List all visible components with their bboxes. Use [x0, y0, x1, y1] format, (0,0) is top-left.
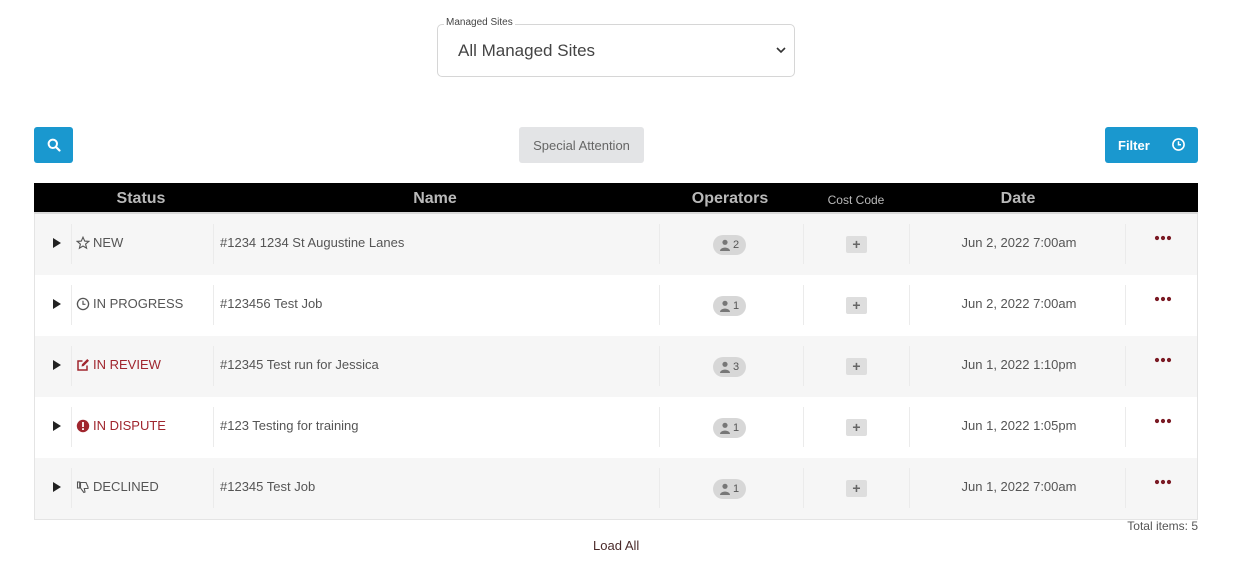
header-date[interactable]: Date	[968, 190, 1068, 208]
status-cell: IN PROGRESS	[76, 296, 183, 311]
operators-count: 1	[733, 483, 740, 495]
job-name: #12345 Test Job	[220, 479, 316, 494]
user-icon	[720, 422, 730, 434]
operators-count: 2	[733, 239, 740, 251]
more-options-icon[interactable]	[1154, 234, 1172, 242]
job-name: #1234 1234 St Augustine Lanes	[220, 235, 405, 250]
operators-count: 3	[733, 361, 740, 373]
managed-sites-value: All Managed Sites	[458, 41, 596, 60]
cost-code-add-button[interactable]: +	[846, 419, 867, 436]
total-items-label: Total items: 5	[1127, 519, 1198, 533]
filter-label: Filter	[1118, 138, 1150, 153]
operators-badge[interactable]: 1	[713, 296, 747, 316]
status-label: IN DISPUTE	[93, 418, 166, 433]
cost-code-add-button[interactable]: +	[846, 297, 867, 314]
expand-arrow-icon[interactable]	[53, 299, 61, 309]
table-row[interactable]: NEW #1234 1234 St Augustine Lanes 2 + Ju…	[34, 214, 1198, 275]
header-name[interactable]: Name	[385, 190, 485, 208]
cost-code-add-button[interactable]: +	[846, 480, 867, 497]
table-header: Status Name Operators Cost Code Date	[34, 183, 1198, 214]
job-name: #12345 Test run for Jessica	[220, 357, 379, 372]
load-all-link[interactable]: Load All	[593, 538, 639, 553]
user-icon	[720, 239, 730, 251]
header-status[interactable]: Status	[91, 190, 191, 208]
search-button[interactable]	[34, 127, 73, 163]
operators-badge[interactable]: 1	[713, 418, 747, 438]
status-cell: NEW	[76, 235, 123, 250]
thumbs-down-icon	[76, 480, 89, 493]
cost-code-add-button[interactable]: +	[846, 358, 867, 375]
header-cost-code[interactable]: Cost Code	[806, 193, 906, 207]
jobs-table: Status Name Operators Cost Code Date NEW…	[34, 183, 1198, 520]
operators-count: 1	[733, 422, 740, 434]
job-date: Jun 1, 2022 1:05pm	[961, 418, 1077, 433]
job-date: Jun 1, 2022 1:10pm	[961, 357, 1077, 372]
table-row[interactable]: DECLINED #12345 Test Job 1 + Jun 1, 2022…	[34, 458, 1198, 519]
clock-icon	[76, 297, 90, 310]
expand-arrow-icon[interactable]	[53, 421, 61, 431]
more-options-icon[interactable]	[1154, 295, 1172, 303]
more-options-icon[interactable]	[1154, 478, 1172, 486]
operators-badge[interactable]: 1	[713, 479, 747, 499]
operators-count: 1	[733, 300, 740, 312]
filter-button[interactable]: Filter	[1105, 127, 1198, 163]
table-row[interactable]: IN DISPUTE #123 Testing for training 1 +…	[34, 397, 1198, 458]
chevron-down-icon	[776, 47, 786, 54]
status-cell: DECLINED	[76, 479, 159, 494]
user-icon	[720, 361, 730, 373]
status-cell: IN DISPUTE	[76, 418, 166, 433]
cost-code-add-button[interactable]: +	[846, 236, 867, 253]
expand-arrow-icon[interactable]	[53, 482, 61, 492]
job-name: #123 Testing for training	[220, 418, 359, 433]
managed-sites-select[interactable]: Managed Sites All Managed Sites	[437, 17, 795, 77]
table-row[interactable]: IN PROGRESS #123456 Test Job 1 + Jun 2, …	[34, 275, 1198, 336]
job-date: Jun 2, 2022 7:00am	[961, 296, 1077, 311]
operators-badge[interactable]: 2	[713, 235, 747, 255]
special-attention-button[interactable]: Special Attention	[519, 127, 644, 163]
exclamation-circle-icon	[76, 419, 90, 432]
clock-icon	[1172, 138, 1185, 151]
operators-badge[interactable]: 3	[713, 357, 747, 377]
job-date: Jun 2, 2022 7:00am	[961, 235, 1077, 250]
more-options-icon[interactable]	[1154, 356, 1172, 364]
expand-arrow-icon[interactable]	[53, 238, 61, 248]
status-cell: IN REVIEW	[76, 357, 161, 372]
edit-square-icon	[77, 358, 89, 371]
more-options-icon[interactable]	[1154, 417, 1172, 425]
managed-sites-legend: Managed Sites	[444, 17, 515, 28]
status-label: NEW	[93, 235, 124, 250]
job-name: #123456 Test Job	[220, 296, 323, 311]
table-row[interactable]: IN REVIEW #12345 Test run for Jessica 3 …	[34, 336, 1198, 397]
star-outline-icon	[76, 235, 90, 249]
status-label: IN REVIEW	[93, 357, 161, 372]
header-operators[interactable]: Operators	[680, 190, 780, 208]
user-icon	[720, 300, 730, 312]
user-icon	[720, 483, 730, 495]
expand-arrow-icon[interactable]	[53, 360, 61, 370]
status-label: IN PROGRESS	[93, 296, 184, 311]
status-label: DECLINED	[93, 479, 159, 494]
search-icon	[47, 138, 61, 152]
job-date: Jun 1, 2022 7:00am	[961, 479, 1077, 494]
